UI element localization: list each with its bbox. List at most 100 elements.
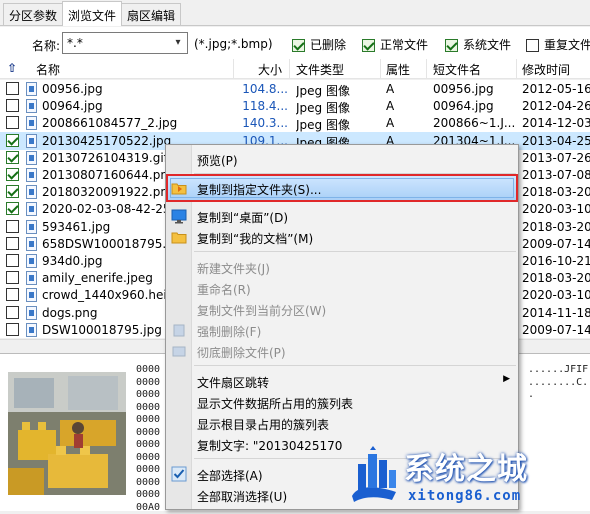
copy-to-folder-menu-item[interactable]: 复制到指定文件夹(S)... <box>166 174 518 202</box>
hex-offset: 0000 <box>136 477 160 490</box>
file-attr: A <box>386 82 424 96</box>
copy-to-folder-icon <box>171 180 187 196</box>
file-size: 118.4... <box>236 99 288 113</box>
file-icon <box>26 99 37 113</box>
menu-item-3[interactable]: 复制到“桌面”(D) <box>166 205 518 227</box>
hex-offset: 0000 <box>136 464 160 477</box>
chevron-down-icon[interactable]: ▾ <box>171 34 185 52</box>
delete-icon <box>171 322 187 338</box>
file-short-name: 200866~1.J... <box>433 116 515 130</box>
file-icon <box>26 306 37 320</box>
file-icon <box>26 134 37 148</box>
row-checkbox[interactable] <box>6 134 19 147</box>
documents-folder-icon <box>171 229 187 245</box>
tab-bar: 分区参数 浏览文件 扇区编辑 <box>0 0 590 26</box>
row-checkbox[interactable] <box>6 220 19 233</box>
menu-item-8[interactable]: 复制文件到当前分区(W) <box>166 298 518 320</box>
column-modified[interactable]: 修改时间 <box>522 61 570 78</box>
menu-item-10[interactable]: 彻底删除文件(P) <box>166 340 518 362</box>
checkbox-label: 已删除 <box>310 38 346 52</box>
file-modified: 2018-03-20 <box>522 271 590 285</box>
column-size[interactable]: 大小 <box>258 61 282 78</box>
row-checkbox[interactable] <box>6 151 19 164</box>
column-short-name[interactable]: 短文件名 <box>433 61 481 78</box>
row-checkbox[interactable] <box>6 168 19 181</box>
file-modified: 2009-07-14 <box>522 323 590 337</box>
hex-ascii-line: . <box>528 389 588 402</box>
row-checkbox[interactable] <box>6 82 19 95</box>
file-icon <box>26 288 37 302</box>
checkbox-icon[interactable] <box>362 39 375 52</box>
column-type[interactable]: 文件类型 <box>296 61 344 78</box>
tab-browse-files[interactable]: 浏览文件 <box>62 1 122 26</box>
file-modified: 2020-03-10 <box>522 288 590 302</box>
menu-item-4[interactable]: 复制到“我的文档”(M) <box>166 226 518 248</box>
file-modified: 2020-03-10 <box>522 202 590 216</box>
menu-separator <box>194 251 516 252</box>
submenu-arrow-icon: ▶ <box>503 374 510 384</box>
column-attr[interactable]: 属性 <box>386 61 410 78</box>
hex-offset: 0000 <box>136 414 160 427</box>
hex-ascii-line <box>528 414 588 427</box>
menu-item-label: 新建文件夹(J) <box>197 260 270 277</box>
row-checkbox[interactable] <box>6 288 19 301</box>
menu-item-0[interactable]: 预览(P) <box>166 148 518 170</box>
row-checkbox[interactable] <box>6 116 19 129</box>
hex-offset: 0000 <box>136 402 160 415</box>
file-modified: 2012-05-16 <box>522 82 590 96</box>
menu-item-label: 复制文字: "20130425170 <box>197 437 342 454</box>
row-checkbox[interactable] <box>6 306 19 319</box>
row-checkbox[interactable] <box>6 185 19 198</box>
file-icon <box>26 254 37 268</box>
file-icon <box>26 323 37 337</box>
menu-item-14[interactable]: 显示根目录占用的簇列表 <box>166 412 518 434</box>
hex-offsets: 0000000000000000000000000000000000000000… <box>136 364 160 514</box>
table-row[interactable]: 2008661084577_2.jpg140.3...Jpeg 图像A20086… <box>0 114 590 132</box>
name-filter-combo[interactable]: *.* ▾ <box>62 32 188 54</box>
menu-item-12[interactable]: 文件扇区跳转▶ <box>166 370 518 392</box>
menu-item-6[interactable]: 新建文件夹(J) <box>166 256 518 278</box>
checkbox-icon[interactable] <box>526 39 539 52</box>
row-checkbox[interactable] <box>6 99 19 112</box>
table-row[interactable]: 00956.jpg104.8...Jpeg 图像A00956.jpg2012-0… <box>0 80 590 98</box>
menu-item-label: 复制到“我的文档”(M) <box>197 230 313 247</box>
checkbox-icon[interactable] <box>445 39 458 52</box>
hex-offset: 0000 <box>136 389 160 402</box>
file-name: 2008661084577_2.jpg <box>42 116 232 130</box>
column-name[interactable]: 名称 <box>36 61 60 78</box>
file-modified: 2013-04-25 <box>522 134 590 148</box>
filter-hint: (*.jpg;*.bmp) <box>194 37 273 51</box>
checkbox-icon[interactable] <box>292 39 305 52</box>
file-name: 00956.jpg <box>42 82 232 96</box>
row-checkbox[interactable] <box>6 202 19 215</box>
tab-sector-editor[interactable]: 扇区编辑 <box>121 3 181 25</box>
file-name: 00964.jpg <box>42 99 232 113</box>
row-checkbox[interactable] <box>6 271 19 284</box>
show-deleted-checkbox[interactable]: 已删除 <box>292 36 346 53</box>
menu-item-label: 强制删除(F) <box>197 323 261 340</box>
show-system-checkbox[interactable]: 系统文件 <box>445 36 511 53</box>
row-checkbox[interactable] <box>6 237 19 250</box>
menu-item-label: 重命名(R) <box>197 281 251 298</box>
menu-item-13[interactable]: 显示文件数据所占用的簇列表 <box>166 391 518 413</box>
show-duplicate-checkbox[interactable]: 重复文件 <box>526 36 590 53</box>
file-short-name: 00956.jpg <box>433 82 515 96</box>
row-checkbox[interactable] <box>6 254 19 267</box>
city-logo-icon <box>348 446 400 502</box>
menu-item-label: 全部选择(A) <box>197 467 263 484</box>
row-checkbox[interactable] <box>6 323 19 336</box>
hex-offset: 0000 <box>136 452 160 465</box>
table-row[interactable]: 00964.jpg118.4...Jpeg 图像A00964.jpg2012-0… <box>0 97 590 115</box>
file-icon <box>26 168 37 182</box>
file-modified: 2013-07-08 <box>522 168 590 182</box>
file-list-header: ⇧ 名称 大小 文件类型 属性 短文件名 修改时间 <box>0 59 590 79</box>
menu-item-7[interactable]: 重命名(R) <box>166 277 518 299</box>
watermark-url: xitong86.com <box>408 488 521 504</box>
menu-item-label: 复制文件到当前分区(W) <box>197 302 326 319</box>
hex-offset: 0000 <box>136 439 160 452</box>
tab-partition-params[interactable]: 分区参数 <box>3 3 63 25</box>
show-normal-checkbox[interactable]: 正常文件 <box>362 36 428 53</box>
up-folder-icon[interactable]: ⇧ <box>7 61 17 75</box>
menu-item-9[interactable]: 强制删除(F) <box>166 319 518 341</box>
file-modified: 2016-10-21 <box>522 254 590 268</box>
